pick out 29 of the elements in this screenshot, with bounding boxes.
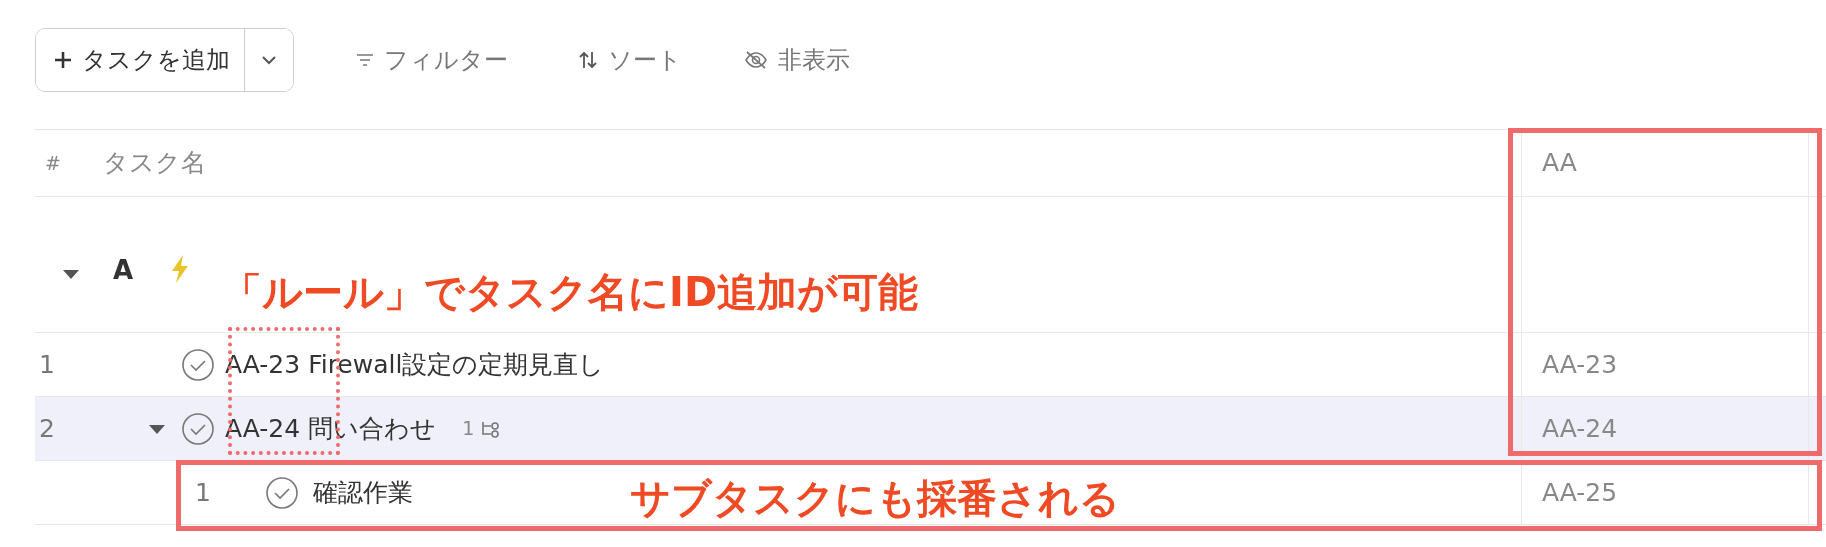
id-value: AA-23	[1542, 348, 1618, 381]
eye-slash-icon	[744, 50, 768, 70]
row-number: 1	[39, 348, 56, 381]
filter-button[interactable]: フィルター	[356, 28, 508, 92]
check-circle-icon[interactable]	[265, 475, 299, 510]
table-row[interactable]: 2 AA-24 問い合わせ 1 AA-24	[35, 397, 1826, 461]
group-title[interactable]: A	[113, 251, 134, 290]
add-task-button[interactable]: タスクを追加	[36, 29, 245, 91]
plus-icon	[54, 51, 72, 69]
check-circle-icon[interactable]	[181, 411, 215, 446]
hide-button[interactable]: 非表示	[744, 28, 850, 92]
annotation-text: サブタスクにも採番される	[630, 474, 1120, 522]
filter-icon	[356, 53, 374, 67]
chevron-down-icon[interactable]	[261, 55, 277, 65]
annotation-text: 「ルール」でタスク名にID追加が可能	[222, 268, 919, 316]
subtask-count: 1	[462, 416, 475, 442]
sort-button[interactable]: ソート	[578, 28, 682, 92]
task-name[interactable]: 確認作業	[313, 473, 413, 512]
column-header: #	[45, 150, 61, 176]
task-name[interactable]: AA-23 Firewall設定の定期見直し	[225, 345, 605, 384]
id-value: AA-24	[1542, 412, 1618, 445]
column-header: AA	[1542, 147, 1577, 180]
row-number: 2	[39, 412, 56, 445]
task-name[interactable]: AA-24 問い合わせ	[225, 409, 437, 448]
id-value: AA-25	[1542, 476, 1618, 509]
sort-icon	[578, 51, 598, 69]
check-circle-icon[interactable]	[181, 347, 215, 382]
column-header: タスク名	[102, 147, 206, 180]
row-number: 1	[195, 476, 212, 509]
